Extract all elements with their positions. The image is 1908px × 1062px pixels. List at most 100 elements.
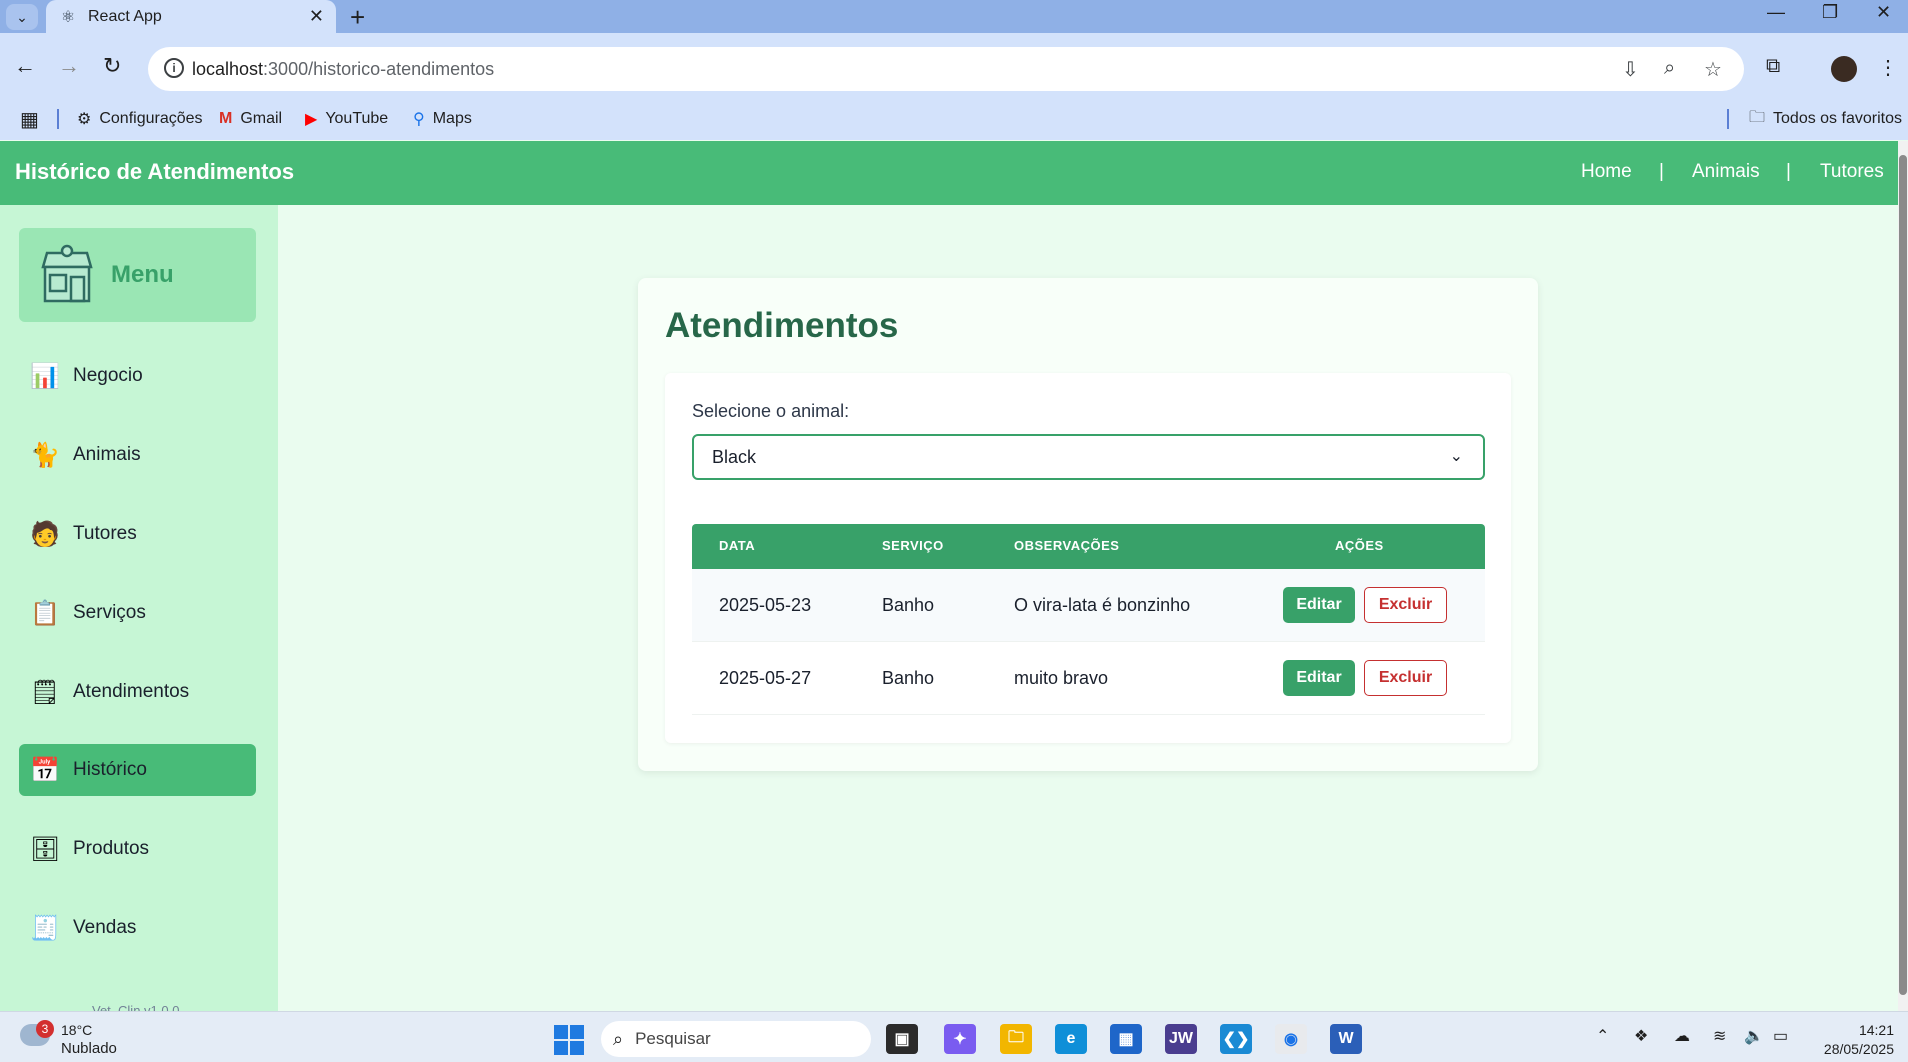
edit-button[interactable]: Editar (1283, 587, 1355, 623)
tab-title: React App (88, 7, 162, 25)
menu-header: Menu (19, 228, 256, 322)
forward-icon[interactable]: → (58, 53, 80, 79)
chevron-down-icon: ⌄ (1449, 448, 1463, 465)
sidebar-item-animais[interactable]: 🐈 Animais (19, 429, 256, 481)
search-icon: ⌕ (613, 1028, 624, 1049)
search-placeholder: Pesquisar (635, 1029, 711, 1048)
sidebar-item-label: Serviços (73, 602, 146, 623)
sidebar-item-tutores[interactable]: 🧑 Tutores (19, 508, 256, 560)
minimize-icon[interactable]: — (1767, 2, 1785, 23)
sidebar-item-produtos[interactable]: 🗄 Produtos (19, 823, 256, 875)
clock-date: 28/05/2025 (1823, 1041, 1894, 1057)
battery-icon[interactable]: ▭ (1773, 1026, 1788, 1046)
sidebar-item-vendas[interactable]: 🧾 Vendas (19, 902, 256, 954)
animal-select-label: Selecione o animal: (692, 401, 850, 421)
vet-clinic-logo-icon (41, 244, 93, 303)
sidebar-item-atendimentos[interactable]: 🗒 Atendimentos (19, 666, 256, 718)
vscode-icon[interactable]: ❮❯ (1220, 1024, 1252, 1054)
install-app-icon[interactable]: ⇩ (1622, 57, 1639, 82)
cell-observacoes: O vira-lata é bonzinho (1014, 595, 1191, 615)
weather-desc[interactable]: Nublado (61, 1040, 117, 1057)
sidebar-item-label: Atendimentos (73, 681, 190, 702)
sidebar-item-label: Animais (73, 444, 141, 465)
edge-icon[interactable]: e (1055, 1024, 1087, 1054)
reload-icon[interactable]: ↻ (103, 53, 121, 79)
sidebar-item-servicos[interactable]: 📋 Serviços (19, 587, 256, 639)
animal-select[interactable]: Black ⌄ (692, 434, 1485, 480)
sidebar-item-historico[interactable]: 📅 Histórico (19, 744, 256, 796)
atendimentos-card: Atendimentos Selecione o animal: Black ⌄… (638, 278, 1538, 771)
address-bar[interactable]: i localhost:3000/historico-atendimentos … (148, 47, 1744, 91)
task-view-icon[interactable]: ▣ (886, 1024, 918, 1054)
file-explorer-icon[interactable]: 🗀 (1000, 1024, 1032, 1054)
table-row: 2025-05-23 Banho O vira-lata é bonzinho … (692, 569, 1485, 642)
clock-time: 14:21 (1858, 1022, 1894, 1038)
calendar-clock-icon: 📅 (30, 756, 60, 784)
profile-avatar[interactable] (1831, 56, 1857, 82)
bookmark-gmail[interactable]: M Gmail (219, 99, 282, 139)
jw-app-icon[interactable]: JW (1165, 1024, 1197, 1054)
apps-grid-icon[interactable]: ▦ (20, 99, 39, 139)
bookmark-star-icon[interactable]: ☆ (1704, 57, 1722, 82)
windows-taskbar: 3 18°C Nublado ⌕ Pesquisar ▣ ✦ 🗀 e ▦ JW … (0, 1011, 1908, 1062)
delete-button[interactable]: Excluir (1364, 587, 1447, 623)
tray-overflow-icon[interactable]: ⌃ (1596, 1026, 1609, 1046)
sidebar-item-negocio[interactable]: 📊 Negocio (19, 350, 256, 402)
chrome-icon[interactable]: ◉ (1275, 1024, 1307, 1054)
system-clock[interactable]: 14:21 28/05/2025 (1812, 1021, 1894, 1059)
word-icon[interactable]: W (1330, 1024, 1362, 1054)
extensions-icon[interactable]: ⧉ (1766, 55, 1780, 78)
table-header: DATA SERVIÇO OBSERVAÇÕES AÇÕES (692, 524, 1485, 569)
taskbar-search[interactable]: ⌕ Pesquisar (601, 1021, 871, 1057)
site-info-icon[interactable]: i (164, 58, 184, 78)
cell-servico: Banho (882, 668, 935, 688)
nav-animais[interactable]: Animais (1692, 161, 1760, 183)
history-panel: Selecione o animal: Black ⌄ DATA SERVIÇO… (665, 373, 1511, 743)
section-title: Atendimentos (665, 306, 899, 345)
bookmarks-divider (57, 109, 59, 129)
store-icon[interactable]: ▦ (1110, 1024, 1142, 1054)
onedrive-icon[interactable]: ☁ (1674, 1026, 1690, 1046)
table-row: 2025-05-27 Banho muito bravo Editar Excl… (692, 642, 1485, 715)
bookmark-maps[interactable]: ⚲ Maps (413, 99, 472, 139)
delete-button[interactable]: Excluir (1364, 660, 1447, 696)
bookmarks-divider-right (1727, 109, 1729, 129)
url-text: localhost:3000/historico-atendimentos (192, 58, 495, 79)
nav-tutores[interactable]: Tutores (1820, 161, 1884, 183)
sidebar-item-label: Produtos (73, 838, 150, 859)
windows-start-icon[interactable] (554, 1025, 584, 1055)
nav-home[interactable]: Home (1581, 161, 1632, 183)
clipboard-icon: 🗒 (29, 678, 61, 706)
sidebar-item-label: Negocio (73, 365, 143, 386)
browser-tab-bar: ⌄ ⚛ React App ✕ + — ❐ ✕ (0, 0, 1908, 33)
notification-badge: 3 (36, 1020, 54, 1038)
volume-icon[interactable]: 🔈 (1744, 1026, 1764, 1046)
cell-servico: Banho (882, 595, 935, 615)
gear-icon: ⚙ (77, 111, 92, 128)
app-header: Histórico de Atendimentos Home | Animais… (0, 141, 1898, 205)
column-header-observacoes: OBSERVAÇÕES (1014, 538, 1120, 553)
bookmark-youtube[interactable]: ▶ YouTube (305, 99, 388, 139)
bookmark-configuracoes[interactable]: ⚙ Configurações (77, 99, 203, 139)
copilot-icon[interactable]: ✦ (944, 1024, 976, 1054)
wifi-icon[interactable]: ≋ (1713, 1026, 1726, 1046)
weather-temp[interactable]: 18°C (61, 1022, 92, 1038)
page-scrollbar[interactable] (1898, 141, 1908, 1011)
sidebar: Menu 📊 Negocio 🐈 Animais 🧑 Tutores 📋 Ser… (0, 205, 278, 1011)
back-icon[interactable]: ← (14, 53, 36, 79)
close-window-icon[interactable]: ✕ (1876, 2, 1891, 23)
edit-button[interactable]: Editar (1283, 660, 1355, 696)
youtube-icon: ▶ (305, 111, 318, 128)
restore-icon[interactable]: ❐ (1822, 2, 1838, 23)
all-bookmarks-folder[interactable]: 🗀 Todos os favoritos (1749, 99, 1902, 139)
shelf-icon: 🗄 (29, 835, 61, 863)
zoom-icon[interactable]: ⌕ (1664, 57, 1675, 80)
close-tab-icon[interactable]: ✕ (309, 6, 324, 27)
more-menu-icon[interactable]: ⋮ (1878, 55, 1898, 80)
animal-select-value: Black (712, 446, 757, 467)
tab-search-dropdown[interactable]: ⌄ (6, 4, 38, 30)
scrollbar-thumb[interactable] (1899, 155, 1907, 995)
dropbox-icon[interactable]: ❖ (1634, 1026, 1648, 1046)
new-tab-button[interactable]: + (350, 2, 365, 33)
browser-tab[interactable]: ⚛ React App ✕ (46, 0, 336, 33)
